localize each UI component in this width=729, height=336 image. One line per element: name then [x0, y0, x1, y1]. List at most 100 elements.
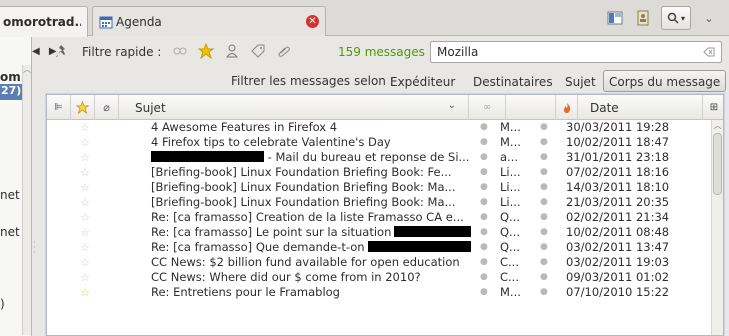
table-row[interactable]: ☆ Re: Entretiens pour le Framablog ● M... ● 0…: [47, 285, 713, 300]
chevron-down-icon[interactable]: ⌄: [699, 8, 719, 28]
read-status-dot[interactable]: ●: [480, 270, 488, 285]
star-icon[interactable]: ☆: [75, 150, 95, 165]
read-status-dot[interactable]: ●: [480, 180, 488, 195]
scrollbar-thumb[interactable]: [713, 133, 722, 195]
row-subject: 4 Awesome Features in Firefox 4: [151, 120, 471, 135]
read-status-dot[interactable]: ●: [480, 165, 488, 180]
scroll-up-icon[interactable]: ︿: [712, 120, 723, 131]
pin-icon[interactable]: [56, 44, 70, 61]
table-row[interactable]: ☆ Re: [ca framasso] Creation de la liste …: [47, 210, 713, 225]
tag-filter-icon[interactable]: [250, 43, 266, 59]
folder-item[interactable]: net: [0, 188, 20, 202]
filter-body-toggle[interactable]: Corps du message: [603, 70, 727, 92]
table-row[interactable]: ☆ 4 Firefox tips to celebrate Valentine's…: [47, 135, 713, 150]
row-date: 21/03/2011 20:35: [566, 195, 670, 209]
read-status-dot[interactable]: ●: [480, 120, 488, 135]
unread-filter-icon[interactable]: [172, 43, 188, 59]
row-date: 07/10/2010 15:22: [566, 285, 670, 299]
quick-filter-search-input[interactable]: Mozilla: [430, 41, 722, 63]
search-menu-button[interactable]: ▾: [661, 6, 691, 30]
table-row[interactable]: ☆ [Briefing-book] Linux Foundation Briefi…: [47, 195, 713, 210]
pane-splitter[interactable]: · · ·: [33, 239, 37, 258]
star-icon[interactable]: ☆: [75, 285, 95, 300]
read-status-dot[interactable]: ●: [480, 150, 488, 165]
from-column[interactable]: [506, 95, 556, 120]
row-subject: [Briefing-book] Linux Foundation Briefin…: [151, 180, 471, 195]
scroll-up-icon[interactable]: ︿: [23, 65, 31, 75]
star-icon[interactable]: ☆: [75, 240, 95, 255]
junk-status-dot[interactable]: ●: [540, 255, 548, 270]
star-icon[interactable]: ☆: [75, 135, 95, 150]
tab-mail[interactable]: omorotrad...: [0, 6, 88, 37]
attachment-column[interactable]: ⌀: [95, 95, 119, 120]
junk-status-dot[interactable]: ●: [540, 270, 548, 285]
star-icon[interactable]: ☆: [75, 180, 95, 195]
star-icon[interactable]: ☆: [75, 165, 95, 180]
filter-subject-toggle[interactable]: Sujet: [559, 70, 602, 92]
junk-column[interactable]: [556, 95, 578, 120]
subject-column[interactable]: Sujet ⌄: [119, 95, 469, 120]
read-status-dot[interactable]: ●: [480, 225, 488, 240]
star-icon[interactable]: ☆: [75, 270, 95, 285]
row-from: Q...: [500, 210, 521, 224]
star-column[interactable]: [71, 95, 95, 120]
row-from: a...: [500, 150, 519, 164]
table-row[interactable]: ☆ CC News: Where did our $ come from in 2…: [47, 270, 713, 285]
junk-status-dot[interactable]: ●: [540, 210, 548, 225]
message-list-scrollbar[interactable]: ︿: [711, 120, 723, 335]
table-row[interactable]: ☆ Re: [ca framasso] Que demande-t-on ● Q...…: [47, 240, 713, 255]
row-subject-text: [Briefing-book] Linux Foundation Briefin…: [151, 165, 452, 179]
subject-column-label: Sujet: [135, 100, 166, 115]
junk-status-dot[interactable]: ●: [540, 135, 548, 150]
star-icon[interactable]: ☆: [75, 255, 95, 270]
row-date: 09/03/2011 01:02: [566, 270, 670, 284]
folder-scrollbar[interactable]: ︿: [22, 65, 31, 335]
back-arrow-icon[interactable]: ◀: [32, 46, 40, 57]
table-row[interactable]: ☆ Re: [ca framasso] Le point sur la situa…: [47, 225, 713, 240]
address-book-icon[interactable]: [633, 8, 653, 28]
row-from: Li...: [500, 180, 521, 194]
contact-filter-icon[interactable]: [224, 43, 240, 59]
junk-status-dot[interactable]: ●: [540, 180, 548, 195]
unread-column[interactable]: ∞: [469, 95, 506, 120]
filter-sender-toggle[interactable]: Expéditeur: [384, 70, 461, 92]
table-row[interactable]: ☆ - Mail du bureau et reponse de Si... ● a…: [47, 150, 713, 165]
junk-status-dot[interactable]: ●: [540, 225, 548, 240]
attachment-filter-icon[interactable]: [276, 43, 292, 59]
read-status-dot[interactable]: ●: [480, 240, 488, 255]
table-row[interactable]: ☆ 4 Awesome Features in Firefox 4 ● M... ● 30…: [47, 120, 713, 135]
table-row[interactable]: ☆ [Briefing-book] Linux Foundation Briefi…: [47, 180, 713, 195]
junk-status-dot[interactable]: ●: [540, 195, 548, 210]
star-icon[interactable]: ☆: [75, 225, 95, 240]
folder-item[interactable]: om: [0, 70, 21, 84]
folder-item[interactable]: net: [0, 225, 20, 239]
row-subject: Re: [ca framasso] Le point sur la situat…: [151, 225, 471, 240]
folder-item[interactable]: ): [0, 297, 5, 311]
clear-search-icon[interactable]: [702, 45, 716, 59]
read-status-dot[interactable]: ●: [480, 285, 488, 300]
junk-status-dot[interactable]: ●: [540, 150, 548, 165]
tab-agenda[interactable]: Agenda ✕: [92, 6, 326, 36]
table-row[interactable]: ☆ [Briefing-book] Linux Foundation Briefi…: [47, 165, 713, 180]
junk-status-dot[interactable]: ●: [540, 165, 548, 180]
close-icon[interactable]: ✕: [306, 15, 319, 28]
read-status-dot[interactable]: ●: [480, 255, 488, 270]
star-icon[interactable]: ☆: [75, 120, 95, 135]
read-status-dot[interactable]: ●: [480, 135, 488, 150]
thread-column[interactable]: ⊫: [47, 95, 71, 120]
junk-status-dot[interactable]: ●: [540, 285, 548, 300]
star-icon[interactable]: ☆: [75, 195, 95, 210]
column-picker[interactable]: ⊞: [703, 95, 723, 120]
filter-recipients-toggle[interactable]: Destinataires: [467, 70, 559, 92]
folder-item-selected[interactable]: 27): [0, 84, 23, 100]
star-icon[interactable]: ☆: [75, 210, 95, 225]
star-filter-icon[interactable]: [198, 43, 214, 59]
read-status-dot[interactable]: ●: [480, 210, 488, 225]
junk-status-dot[interactable]: ●: [540, 240, 548, 255]
layout-icon[interactable]: [605, 8, 625, 28]
read-status-dot[interactable]: ●: [480, 195, 488, 210]
junk-status-dot[interactable]: ●: [540, 120, 548, 135]
table-row[interactable]: ☆ CC News: $2 billion fund available for …: [47, 255, 713, 270]
date-column[interactable]: Date: [578, 95, 703, 120]
row-date: 10/02/2011 08:48: [566, 225, 670, 239]
